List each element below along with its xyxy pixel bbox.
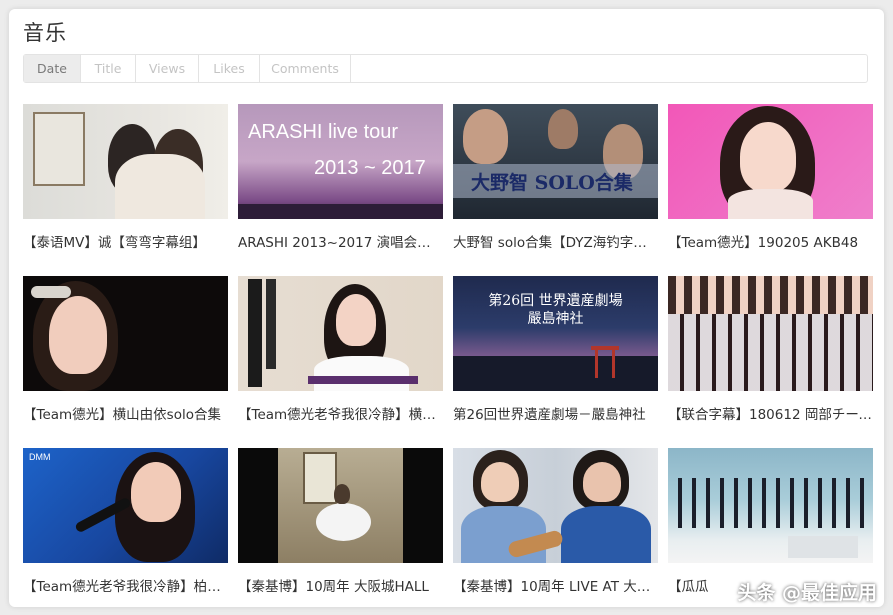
video-grid: 【泰语MV】诚【弯弯字幕组】 ARASHI live tour 2013 ~ 2…: [23, 104, 873, 602]
watermark-text: 头条 @最佳应用: [737, 582, 877, 604]
video-title[interactable]: 【Team德光老爷我很冷静】柏木由纪: [23, 575, 228, 595]
thumbnail-text: 嚴島神社: [527, 311, 584, 327]
tab-views[interactable]: Views: [136, 55, 199, 82]
video-title[interactable]: ARASHI 2013~2017 演唱会巡演: [238, 231, 443, 251]
tab-title[interactable]: Title: [81, 55, 136, 82]
music-panel: 音乐 Date Title Views Likes Comments 【泰语MV…: [9, 9, 884, 607]
video-thumbnail[interactable]: ARASHI live tour 2013 ~ 2017: [238, 104, 443, 219]
video-thumbnail[interactable]: [23, 104, 228, 219]
video-card[interactable]: 【秦基博】10周年 LIVE AT 大阪城: [453, 448, 658, 602]
video-thumbnail[interactable]: 大野智 SOLO合集: [453, 104, 658, 219]
video-card[interactable]: 【Team德光】横山由依solo合集: [23, 276, 228, 430]
video-title[interactable]: 【联合字幕】180612 岡部チームA: [668, 403, 873, 423]
video-thumbnail[interactable]: [668, 276, 873, 391]
video-title[interactable]: 【Team德光】横山由依solo合集: [23, 403, 228, 423]
video-card[interactable]: 【Team德光老爷我很冷静】横山由依: [238, 276, 443, 430]
video-thumbnail[interactable]: [238, 448, 443, 563]
tab-date[interactable]: Date: [24, 55, 81, 82]
thumbnail-text: 大野智 SOLO合集: [471, 172, 633, 194]
video-thumbnail[interactable]: [238, 276, 443, 391]
video-card[interactable]: ARASHI live tour 2013 ~ 2017 ARASHI 2013…: [238, 104, 443, 258]
tab-likes[interactable]: Likes: [199, 55, 260, 82]
video-thumbnail[interactable]: [453, 448, 658, 563]
video-thumbnail[interactable]: DMM: [23, 448, 228, 563]
video-title[interactable]: 【秦基博】10周年 LIVE AT 大阪城: [453, 575, 658, 595]
thumbnail-text: ARASHI live tour: [248, 121, 399, 143]
video-card[interactable]: DMM 【Team德光老爷我很冷静】柏木由纪: [23, 448, 228, 602]
page-title: 音乐: [23, 21, 67, 45]
sort-tabs: Date Title Views Likes Comments: [23, 54, 868, 83]
tab-comments[interactable]: Comments: [260, 55, 351, 82]
video-card[interactable]: 【秦基博】10周年 大阪城HALL: [238, 448, 443, 602]
video-title[interactable]: 大野智 solo合集【DYZ海钓字幕组】: [453, 231, 658, 251]
video-card[interactable]: 大野智 SOLO合集 大野智 solo合集【DYZ海钓字幕组】: [453, 104, 658, 258]
video-card[interactable]: 【Team德光】190205 AKB48: [668, 104, 873, 258]
video-card[interactable]: 【泰语MV】诚【弯弯字幕组】: [23, 104, 228, 258]
video-title[interactable]: 【秦基博】10周年 大阪城HALL: [238, 575, 443, 595]
video-card[interactable]: 【联合字幕】180612 岡部チームA: [668, 276, 873, 430]
video-title[interactable]: 【Team德光老爷我很冷静】横山由依: [238, 403, 443, 423]
video-card[interactable]: 第26回 世界遺産劇場 嚴島神社 第26回世界遺産劇場－嚴島神社: [453, 276, 658, 430]
video-thumbnail[interactable]: 第26回 世界遺産劇場 嚴島神社: [453, 276, 658, 391]
video-thumbnail[interactable]: [23, 276, 228, 391]
video-thumbnail[interactable]: [668, 104, 873, 219]
video-title[interactable]: 【Team德光】190205 AKB48: [668, 231, 873, 251]
video-title[interactable]: 第26回世界遺産劇場－嚴島神社: [453, 403, 658, 423]
video-title[interactable]: 【泰语MV】诚【弯弯字幕组】: [23, 231, 228, 251]
thumbnail-text: 2013 ~ 2017: [314, 157, 426, 179]
video-thumbnail[interactable]: [668, 448, 873, 563]
thumbnail-text: 第26回 世界遺産劇場: [488, 293, 623, 309]
